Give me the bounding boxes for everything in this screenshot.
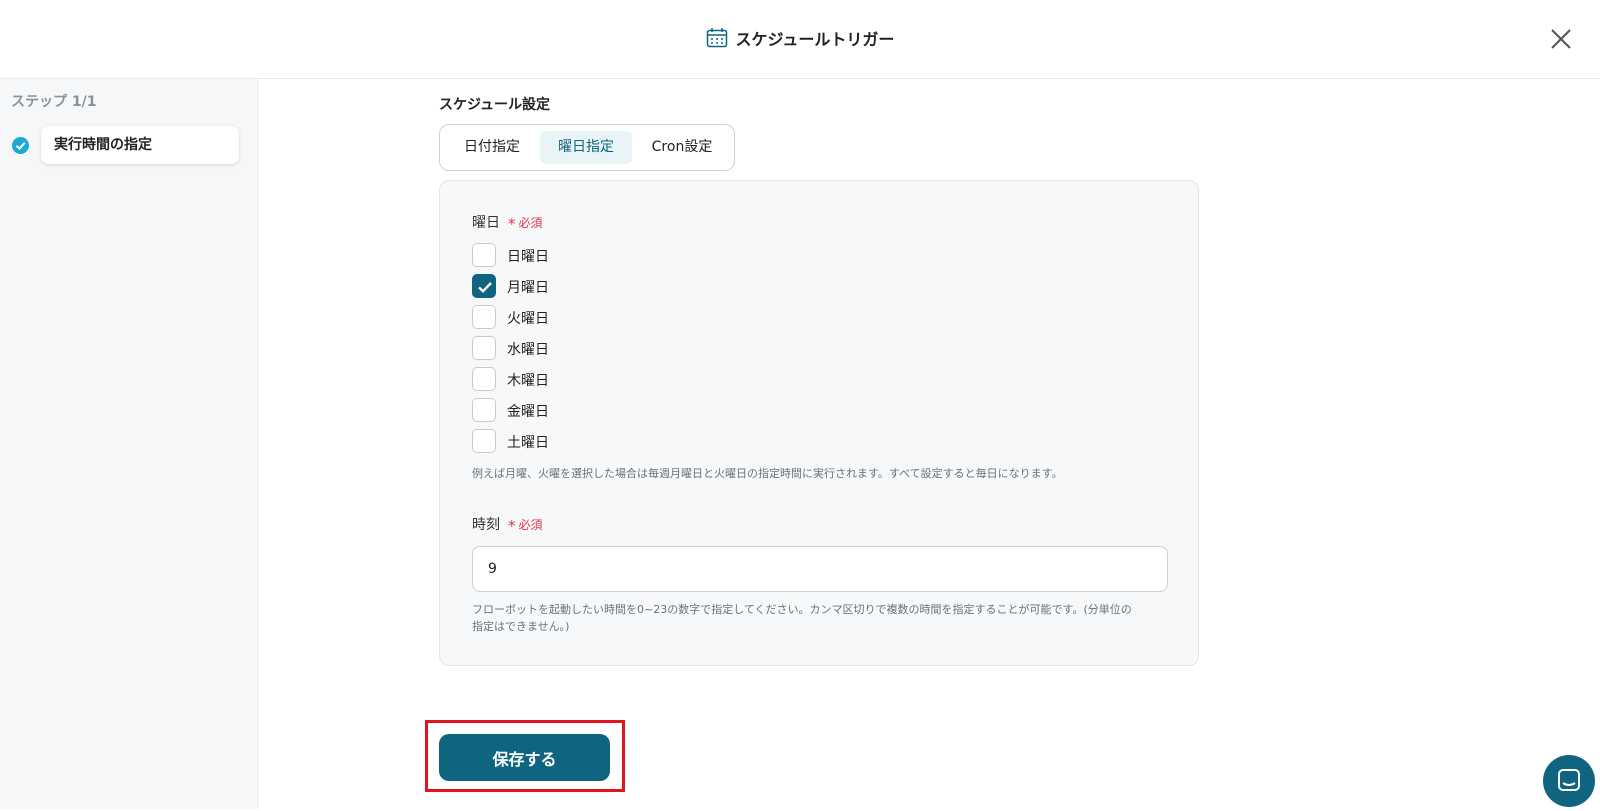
modal-title: スケジュールトリガー bbox=[0, 26, 1600, 53]
chat-launcher-button[interactable] bbox=[1543, 755, 1595, 807]
close-icon[interactable] bbox=[1548, 26, 1574, 52]
time-field-label: 時刻 * 必須 bbox=[472, 514, 543, 535]
checkbox-label: 水曜日 bbox=[507, 342, 549, 358]
schedule-type-tabs: 日付指定 曜日指定 Cron設定 bbox=[439, 124, 735, 171]
weekday-hint: 例えば月曜、火曜を選択した場合は毎週月曜日と火曜日の指定時間に実行されます。すべ… bbox=[472, 467, 1063, 480]
checkbox[interactable] bbox=[472, 305, 496, 329]
time-hint-line1: フローボットを起動したい時間を0~23の数字で指定してください。カンマ区切りで複… bbox=[472, 603, 1132, 616]
weekday-label-text: 曜日 bbox=[472, 215, 500, 231]
checkbox-label: 土曜日 bbox=[507, 435, 549, 451]
checkbox-label: 木曜日 bbox=[507, 373, 549, 389]
close-button[interactable] bbox=[1548, 26, 1574, 52]
weekday-field-label: 曜日 * 必須 bbox=[472, 212, 543, 233]
time-hint: フローボットを起動したい時間を0~23の数字で指定してください。カンマ区切りで複… bbox=[472, 601, 1132, 635]
calendar-icon bbox=[706, 27, 728, 53]
checkbox-label: 金曜日 bbox=[507, 404, 549, 420]
save-button[interactable]: 保存する bbox=[439, 734, 610, 781]
time-label-text: 時刻 bbox=[472, 517, 500, 533]
checkmark-icon bbox=[478, 282, 492, 293]
checkbox-label: 日曜日 bbox=[507, 249, 549, 265]
checkbox-checked[interactable] bbox=[472, 274, 496, 298]
time-hint-line2: 指定はできません。) bbox=[472, 620, 570, 633]
checkbox-label: 火曜日 bbox=[507, 311, 549, 327]
chat-icon[interactable] bbox=[1543, 755, 1595, 807]
required-badge: * 必須 bbox=[508, 215, 543, 233]
required-badge: * 必須 bbox=[508, 517, 543, 535]
step-item-label[interactable]: 実行時間の指定 bbox=[41, 126, 239, 164]
tab-weekday[interactable]: 曜日指定 bbox=[540, 131, 632, 164]
modal-title-text: スケジュールトリガー bbox=[735, 30, 895, 49]
settings-panel: 曜日 * 必須 日曜日 月曜日 火曜日 水曜日 木曜日 金曜日 土曜日 例えば月曜、… bbox=[439, 180, 1199, 666]
checkbox[interactable] bbox=[472, 243, 496, 267]
section-title: スケジュール設定 bbox=[439, 97, 551, 113]
checkbox-label: 月曜日 bbox=[507, 280, 549, 296]
checkbox[interactable] bbox=[472, 398, 496, 422]
time-input[interactable] bbox=[472, 546, 1168, 592]
checkbox[interactable] bbox=[472, 336, 496, 360]
checkbox[interactable] bbox=[472, 367, 496, 391]
step-counter: ステップ 1/1 bbox=[11, 94, 97, 110]
step-sidebar: ステップ 1/1 実行時間の指定 bbox=[0, 79, 258, 809]
required-text: 必須 bbox=[518, 518, 543, 532]
tab-cron[interactable]: Cron設定 bbox=[636, 131, 728, 164]
check-circle-icon bbox=[12, 137, 29, 154]
required-text: 必須 bbox=[518, 216, 543, 230]
modal-header: スケジュールトリガー bbox=[0, 0, 1600, 79]
tab-date[interactable]: 日付指定 bbox=[448, 131, 536, 164]
checkbox[interactable] bbox=[472, 429, 496, 453]
